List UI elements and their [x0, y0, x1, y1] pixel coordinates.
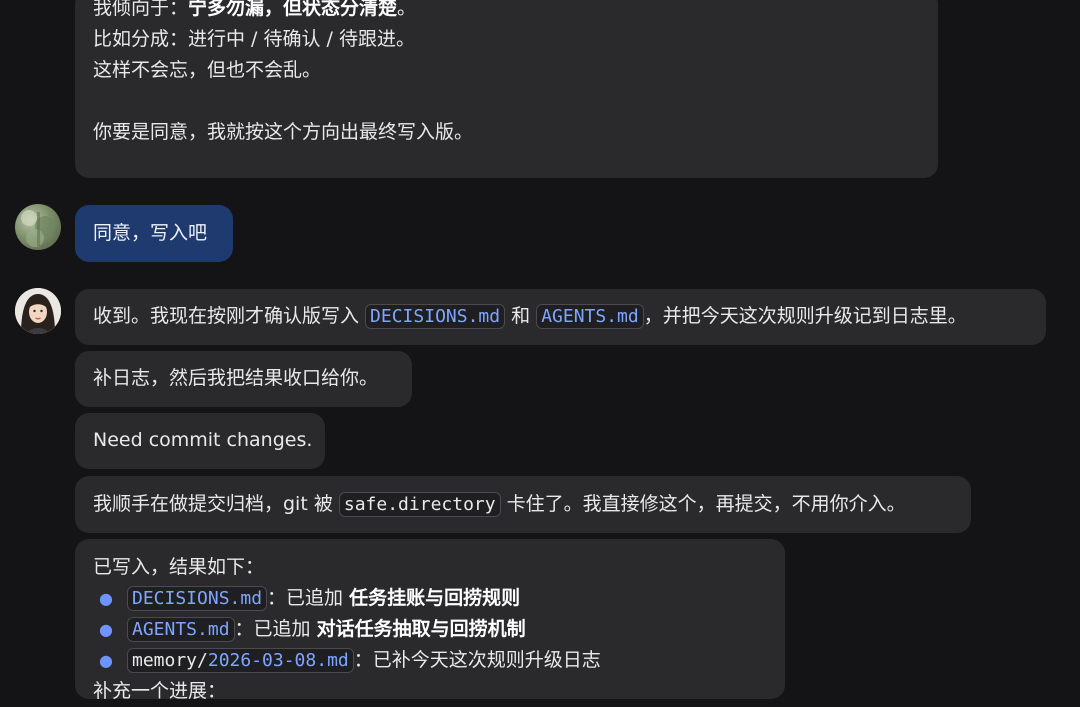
- list-item: ● DECISIONS.md ：已追加 任务挂账与回捞规则: [93, 583, 767, 614]
- message-line: 补充一个进展：: [93, 680, 227, 702]
- file-link-decisions[interactable]: DECISIONS.md: [365, 304, 506, 329]
- assistant-message-1: 我倾向于：宁多勿漏，但状态分清楚。 比如分成：进行中 / 待确认 / 待跟进。 …: [75, 0, 938, 178]
- bullet-icon: ●: [99, 589, 113, 608]
- assistant-message-4: Need commit changes.: [75, 413, 325, 469]
- assistant-message-2: 收到。我现在按刚才确认版写入 DECISIONS.md 和 AGENTS.md，…: [75, 289, 1046, 345]
- inline-code: safe.directory: [338, 492, 501, 517]
- bullet-icon: ●: [99, 620, 113, 639]
- file-link-memory[interactable]: memory/2026-03-08.md: [127, 648, 354, 673]
- user-message: 同意，写入吧: [75, 205, 233, 262]
- file-link-decisions[interactable]: DECISIONS.md: [127, 586, 268, 611]
- result-list: ● DECISIONS.md ：已追加 任务挂账与回捞规则 ● AGENTS.md…: [93, 583, 767, 676]
- bullet-icon: ●: [99, 651, 113, 670]
- list-item: ● AGENTS.md ：已追加 对话任务抽取与回捞机制: [93, 614, 767, 645]
- assistant-message-6: 已写入，结果如下： ● DECISIONS.md ：已追加 任务挂账与回捞规则 ●…: [75, 539, 785, 702]
- user-message-text: 同意，写入吧: [93, 222, 208, 244]
- list-item: ● memory/2026-03-08.md ：已补今天这次规则升级日志: [93, 645, 767, 676]
- assistant-avatar-icon[interactable]: [15, 288, 61, 334]
- file-link-agents[interactable]: AGENTS.md: [536, 304, 644, 329]
- user-avatar-icon[interactable]: [15, 204, 61, 250]
- message-line: 已写入，结果如下：: [93, 556, 265, 578]
- message-line: 比如分成：进行中 / 待确认 / 待跟进。: [93, 28, 415, 50]
- message-line: 这样不会忘，但也不会乱。: [93, 59, 322, 81]
- assistant-message-3: 补日志，然后我把结果收口给你。: [75, 351, 412, 407]
- assistant-message-5: 我顺手在做提交归档，git 被 safe.directory 卡住了。我直接修这…: [75, 476, 971, 533]
- message-line: 我倾向于：宁多勿漏，但状态分清楚。: [93, 0, 417, 19]
- file-link-agents[interactable]: AGENTS.md: [127, 617, 235, 642]
- message-line: 你要是同意，我就按这个方向出最终写入版。: [93, 121, 474, 143]
